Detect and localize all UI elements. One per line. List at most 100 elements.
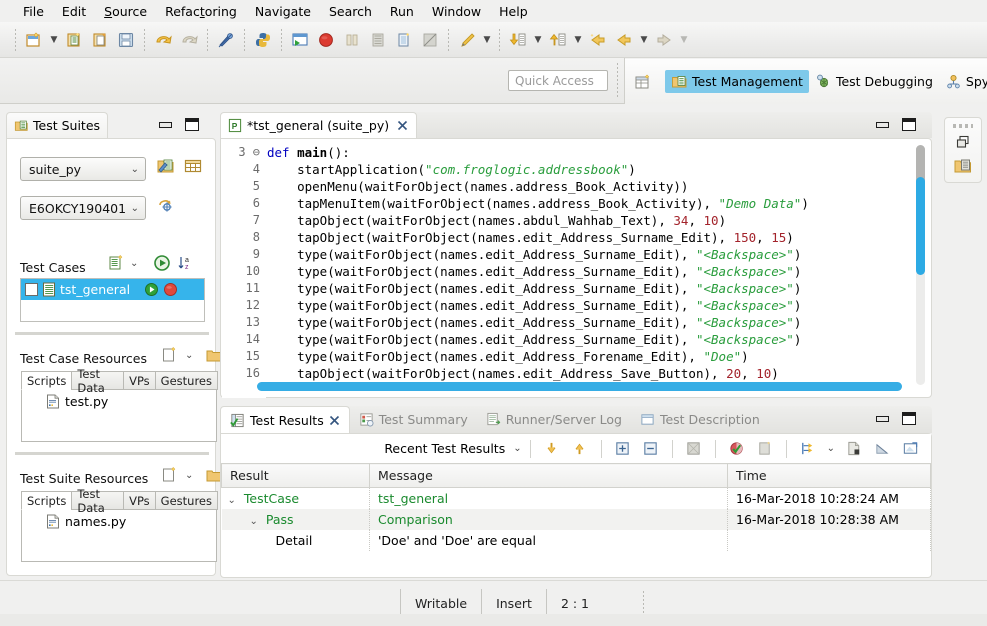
- test-case-resources-file-list[interactable]: test.py: [21, 390, 217, 442]
- test-cases-list[interactable]: tst_general: [20, 278, 205, 322]
- results-filter-label[interactable]: Recent Test Results: [384, 441, 505, 456]
- test-suites-minimize-button[interactable]: [158, 118, 172, 130]
- tab-runner-server-log[interactable]: Runner/Server Log: [477, 406, 631, 433]
- editor-minimize-button[interactable]: [875, 118, 889, 130]
- back-dropdown-icon[interactable]: ▼: [637, 28, 651, 52]
- suite-restab-gestures[interactable]: Gestures: [155, 491, 218, 510]
- device-selector-combo[interactable]: E6OKCY190401 ⌄: [20, 196, 146, 220]
- jump-to-script-icon[interactable]: [796, 437, 820, 461]
- new-test-case-dropdown-icon[interactable]: ⌄: [130, 258, 138, 269]
- suite-table-icon[interactable]: [183, 156, 203, 176]
- suite-restab-test-data[interactable]: Test Data: [71, 491, 124, 510]
- new-file-icon[interactable]: [22, 28, 46, 52]
- save-icon[interactable]: [114, 28, 138, 52]
- new-resource-icon[interactable]: [160, 346, 178, 364]
- result-cell[interactable]: ⌄ TestCase: [222, 488, 370, 510]
- suite-restab-vps[interactable]: VPs: [123, 491, 156, 510]
- new-suite-resource-icon[interactable]: [160, 466, 178, 484]
- chevron-down-icon[interactable]: ⌄: [513, 443, 521, 454]
- redo-icon[interactable]: [177, 28, 201, 52]
- pause-icon[interactable]: [340, 28, 364, 52]
- col-time[interactable]: Time: [728, 464, 931, 488]
- code-line[interactable]: startApplication("com.froglogic.addressb…: [267, 161, 912, 178]
- code-line[interactable]: type(waitForObject(names.edit_Address_Su…: [267, 297, 912, 314]
- restab-vps[interactable]: VPs: [123, 371, 156, 390]
- code-line[interactable]: def main():: [267, 144, 912, 161]
- back-icon[interactable]: [612, 28, 636, 52]
- back-star-icon[interactable]: [586, 28, 610, 52]
- export-icon[interactable]: [546, 28, 570, 52]
- menu-window[interactable]: Window: [423, 2, 490, 21]
- run-icon[interactable]: [288, 28, 312, 52]
- col-result[interactable]: Result: [222, 464, 370, 488]
- edit-suite-settings-icon[interactable]: [156, 156, 176, 176]
- menu-refactoring[interactable]: Refactoring: [156, 2, 246, 21]
- tab-test-results[interactable]: Test Results: [220, 406, 350, 433]
- inspect-icon[interactable]: [392, 28, 416, 52]
- open-perspective-icon[interactable]: [633, 69, 653, 95]
- export-xml-icon[interactable]: [870, 437, 894, 461]
- editor-maximize-button[interactable]: [902, 118, 916, 131]
- menu-navigate[interactable]: Navigate: [246, 2, 320, 21]
- source-code[interactable]: def main(): startApplication("com.froglo…: [267, 140, 912, 394]
- close-icon[interactable]: [329, 415, 340, 426]
- menu-help[interactable]: Help: [490, 2, 537, 21]
- new-resource-dropdown-icon[interactable]: ⌄: [185, 350, 193, 361]
- suite-selector-combo[interactable]: suite_py ⌄: [20, 157, 146, 181]
- panel-splitter-2[interactable]: [15, 452, 209, 455]
- restab-test-data[interactable]: Test Data: [71, 371, 124, 390]
- suite-restab-scripts[interactable]: Scripts: [21, 491, 72, 510]
- restab-scripts[interactable]: Scripts: [21, 371, 72, 390]
- editor-horizontal-scrollbar[interactable]: [257, 382, 902, 391]
- new-test-suite-icon[interactable]: [88, 28, 112, 52]
- python-icon[interactable]: [251, 28, 275, 52]
- expand-twisty-icon[interactable]: ⌄: [228, 495, 236, 506]
- collapse-all-icon[interactable]: [639, 437, 663, 461]
- menu-edit[interactable]: Edit: [53, 2, 95, 21]
- test-suites-icon[interactable]: [953, 156, 973, 176]
- new-suite-resource-dropdown-icon[interactable]: ⌄: [185, 470, 193, 481]
- stop-recording-icon[interactable]: [314, 28, 338, 52]
- restore-icon[interactable]: [955, 134, 971, 150]
- record-squish-icon[interactable]: [214, 28, 238, 52]
- import-icon[interactable]: [506, 28, 530, 52]
- perspective-spy[interactable]: Spy: [939, 70, 987, 93]
- test-suites-tab[interactable]: Test Suites: [6, 112, 108, 138]
- table-row[interactable]: ⌄ Pass Comparison 16-Mar-2018 10:28:38 A…: [222, 509, 931, 530]
- new-file-dropdown-icon[interactable]: ▼: [47, 28, 61, 52]
- code-line[interactable]: type(waitForObject(names.edit_Address_Su…: [267, 280, 912, 297]
- code-line[interactable]: tapObject(waitForObject(names.edit_Addre…: [267, 365, 912, 382]
- filter-icon[interactable]: [682, 437, 706, 461]
- code-line[interactable]: tapObject(waitForObject(names.abdul_Wahh…: [267, 212, 912, 229]
- new-test-case-icon[interactable]: [107, 254, 125, 272]
- result-cell[interactable]: ⌄ Pass: [222, 509, 370, 530]
- quick-access-input[interactable]: Quick Access: [508, 70, 608, 91]
- scrollbar-thumb[interactable]: [916, 177, 925, 275]
- menu-search[interactable]: Search: [320, 2, 381, 21]
- jump-dropdown-icon[interactable]: ⌄: [827, 443, 835, 454]
- restab-gestures[interactable]: Gestures: [155, 371, 218, 390]
- next-failure-icon[interactable]: [540, 437, 564, 461]
- code-line[interactable]: type(waitForObject(names.edit_Address_Su…: [267, 246, 912, 263]
- test-case-row-tst-general[interactable]: tst_general: [21, 279, 204, 300]
- step-icon[interactable]: [366, 28, 390, 52]
- panel-splitter-1[interactable]: [15, 332, 209, 335]
- new-test-case-icon[interactable]: [62, 28, 86, 52]
- code-line[interactable]: type(waitForObject(names.edit_Address_Su…: [267, 331, 912, 348]
- suite-resource-file-row[interactable]: names.py: [22, 514, 216, 529]
- editor-body[interactable]: 3 ⊖45678910111213141516 def main(): star…: [220, 138, 932, 398]
- test-suites-maximize-button[interactable]: [185, 118, 199, 131]
- test-results-table[interactable]: Result Message Time ⌄ TestCase tst_gener…: [221, 463, 931, 551]
- stop-test-icon[interactable]: [163, 282, 178, 297]
- col-message[interactable]: Message: [370, 464, 728, 488]
- pass-fail-filter-icon[interactable]: [725, 437, 749, 461]
- h-scrollbar-thumb[interactable]: [257, 382, 902, 391]
- tab-test-description[interactable]: Test Description: [631, 406, 769, 433]
- export-report-icon[interactable]: [842, 437, 866, 461]
- clear-results-icon[interactable]: [753, 437, 777, 461]
- perspective-test-management[interactable]: Test Management: [665, 70, 809, 93]
- editor-vertical-scrollbar[interactable]: [916, 145, 925, 385]
- drag-handle[interactable]: [953, 124, 973, 128]
- test-results-maximize-button[interactable]: [902, 412, 916, 425]
- close-icon[interactable]: [397, 120, 408, 131]
